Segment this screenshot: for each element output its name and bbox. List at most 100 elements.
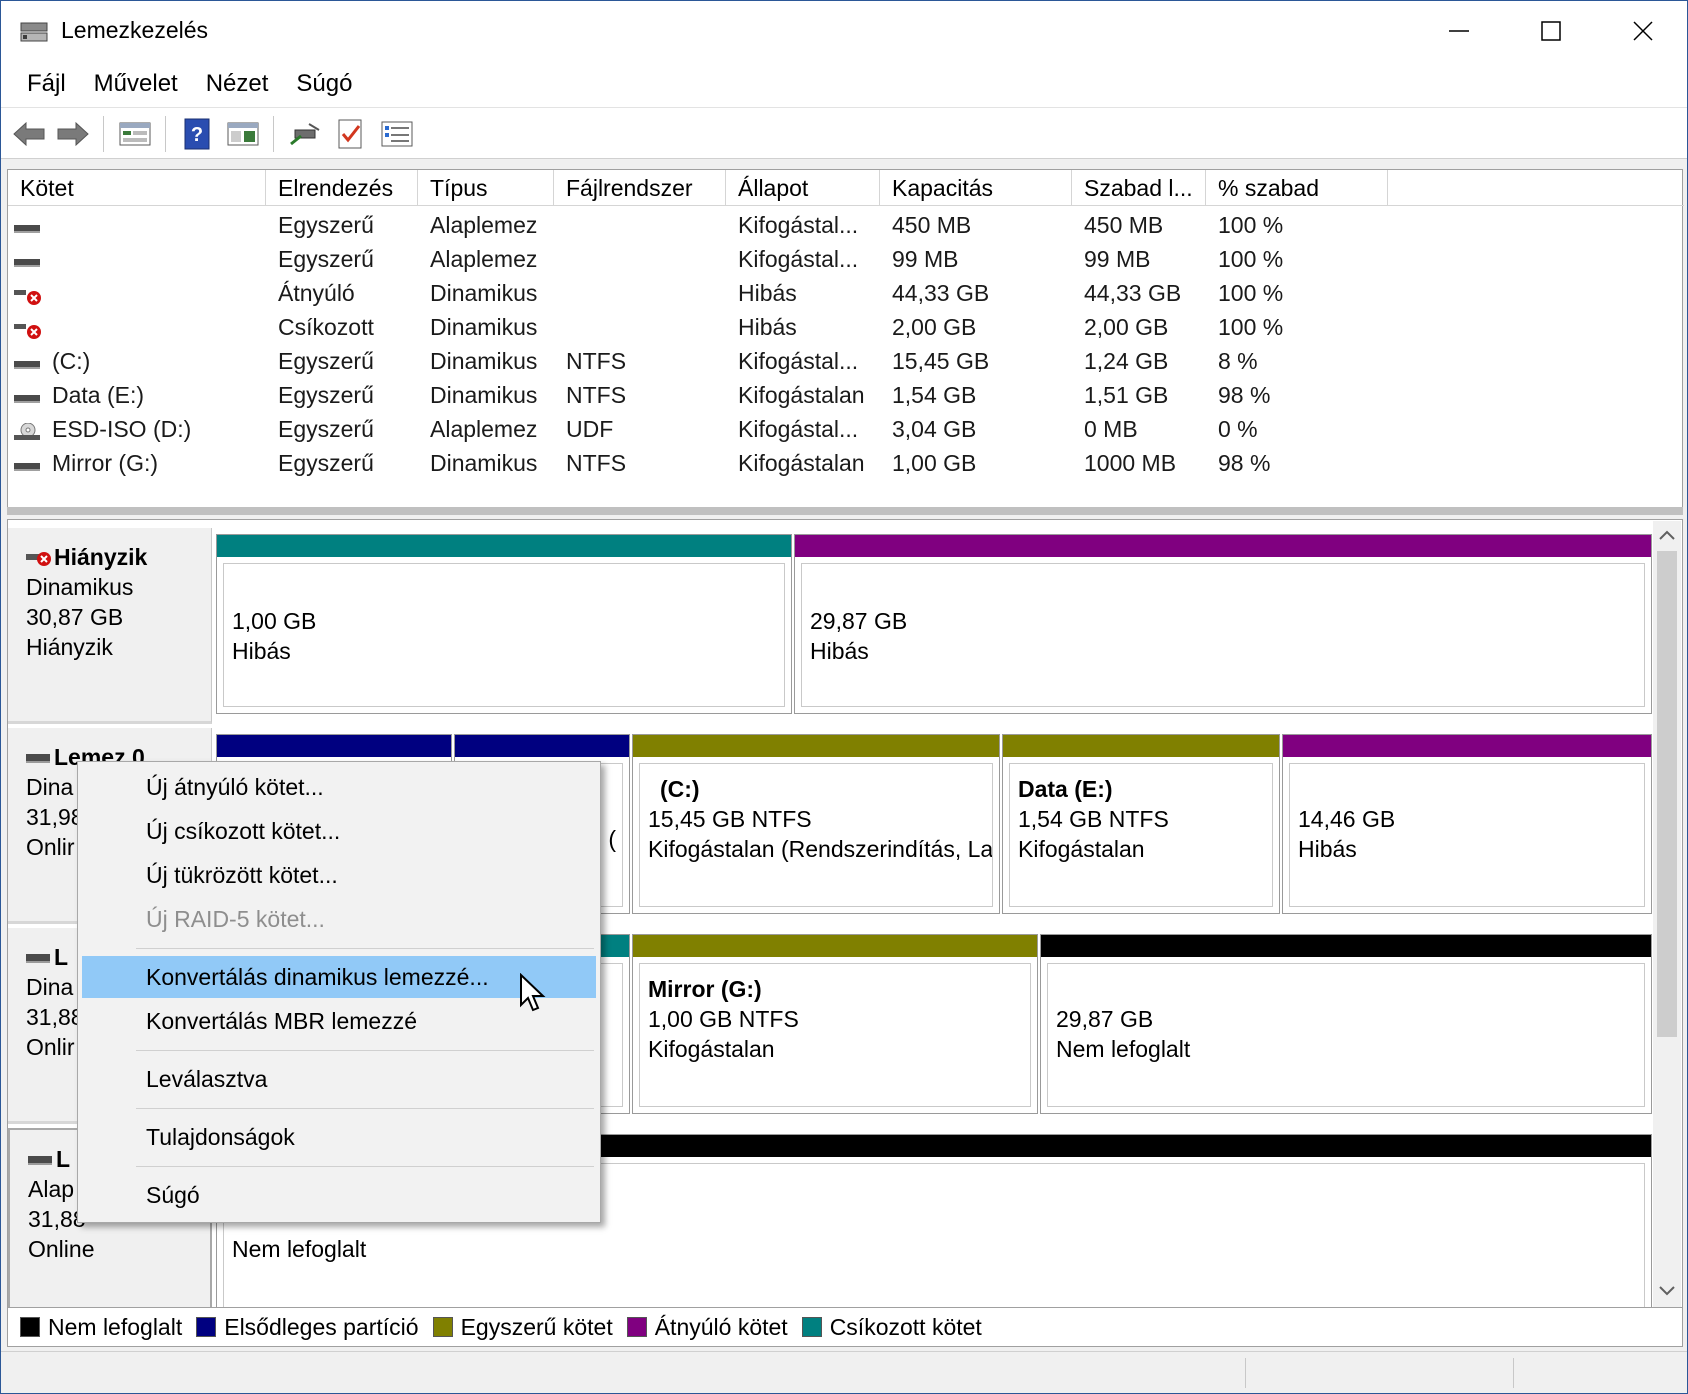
partition-bar-primary [455,735,629,757]
legend-item-spanned: Átnyúló kötet [626,1313,788,1341]
close-button[interactable] [1597,1,1688,61]
properties-button[interactable] [225,116,261,152]
volume-row[interactable]: ESD-ISO (D:) Egyszerű Alaplemez UDF Kifogást… [8,412,1684,446]
volume-cell-pct: 98 % [1218,382,1271,408]
menu-help[interactable]: Súgó [282,70,366,98]
toolbar: ? [1,107,1687,159]
legend-item-striped: Csíkozott kötet [801,1313,982,1341]
volume-cell-pct: 100 % [1218,280,1284,306]
menu-item-offline[interactable]: Leválasztva [82,1058,596,1100]
volume-row[interactable]: Egyszerű Alaplemez Kifogástal... 450 MB 450 … [8,208,1684,242]
menu-action[interactable]: Művelet [80,70,192,98]
toolbar-separator [103,116,104,152]
partition-body: 1,00 GB Hibás [223,563,785,707]
volume-cell-layout: Átnyúló [278,280,355,306]
volume-cell-name: (C:) [52,348,91,374]
menu-item-properties[interactable]: Tulajdonságok [82,1116,596,1158]
disk-label-missing[interactable]: Hiányzik Dinamikus 30,87 GB Hiányzik [8,528,212,724]
window-title: Lemezkezelés [61,17,209,43]
vertical-scrollbar[interactable] [1653,521,1681,1307]
legend-label: Csíkozott kötet [829,1313,982,1340]
partition-status: Nem lefoglalt [232,1236,367,1262]
partition-unallocated-disk1[interactable]: 29,87 GB Nem lefoglalt [1040,934,1652,1114]
disk-icon [26,754,50,763]
menu-view[interactable]: Nézet [192,70,283,98]
disk-size: 30,87 GB [26,604,124,630]
back-button[interactable] [11,116,47,152]
connect-button[interactable] [287,116,323,152]
disk-icon [26,954,50,963]
disk-view-icon [119,122,151,146]
legend-item-primary: Elsődleges partíció [196,1314,419,1341]
partition-striped-missing[interactable]: 1,00 GB Hibás [216,534,792,714]
partition-title: (C:) [660,776,700,802]
volume-cell-layout: Csíkozott [278,314,374,340]
volume-row[interactable]: Egyszerű Alaplemez Kifogástal... 99 MB 99 MB… [8,242,1684,276]
disk-management-icon [20,22,48,42]
column-header-type[interactable]: Típus [418,170,554,206]
volume-row[interactable]: Átnyúló Dinamikus Hibás 44,33 GB 44,33 GB 100… [8,276,1684,310]
volume-list-header: Kötet Elrendezés Típus Fájlrendszer Álla… [8,170,1684,206]
partition-spanned-missing[interactable]: 29,87 GB Hibás [794,534,1652,714]
column-header-capacity[interactable]: Kapacitás [880,170,1072,206]
disk-name-row: Hiányzik [26,542,211,572]
volume-cell-capacity: 450 MB [892,212,972,238]
scrollbar-thumb[interactable] [1657,551,1677,1037]
title-bar: Lemezkezelés [1,1,1687,61]
volume-cell-type: Dinamikus [430,348,538,374]
menu-separator [136,1166,594,1167]
disk-view-button[interactable] [117,116,153,152]
scroll-down-arrow[interactable] [1653,1277,1681,1305]
help-button[interactable]: ? [179,116,215,152]
status-bar [1,1351,1687,1393]
column-header-filesystem[interactable]: Fájlrendszer [554,170,726,206]
column-header-layout[interactable]: Elrendezés [266,170,418,206]
partition-status: Nem lefoglalt [1056,1036,1191,1062]
toolbar-separator [273,116,274,152]
menu-file[interactable]: Fájl [13,70,80,98]
volume-cell-capacity: 1,54 GB [892,382,977,408]
disk-name: L [56,1146,71,1172]
volume-cell-capacity: 44,33 GB [892,280,990,306]
legend-swatch [196,1317,217,1337]
volume-cell-status: Kifogástal... [738,416,859,442]
disk-management-window: Lemezkezelés Fájl Művelet Nézet Súgó ? K… [0,0,1688,1394]
forward-button[interactable] [55,116,91,152]
legend-label: Átnyúló kötet [654,1313,788,1340]
column-header-status[interactable]: Állapot [726,170,880,206]
volume-row[interactable]: Mirror (G:) Egyszerű Dinamikus NTFS Kifogást… [8,446,1684,480]
volume-icon [14,454,42,472]
partition-c[interactable]: (C:) 15,45 GB NTFS Kifogástalan (Rendsze… [632,734,1000,914]
volume-row[interactable]: (C:) Egyszerű Dinamikus NTFS Kifogástal... 15… [8,344,1684,378]
maximize-button[interactable] [1505,1,1597,61]
partition-body: 29,87 GB Nem lefoglalt [1047,963,1645,1107]
scroll-up-arrow[interactable] [1653,521,1681,549]
column-header-volume[interactable]: Kötet [8,170,266,206]
partition-spanned-disk0[interactable]: 14,46 GB Hibás [1282,734,1652,914]
horizontal-scrollbar[interactable] [7,507,1683,515]
forward-icon [57,121,89,147]
volume-list[interactable]: Kötet Elrendezés Típus Fájlrendszer Álla… [7,169,1684,511]
volume-row[interactable]: Csíkozott Dinamikus Hibás 2,00 GB 2,00 GB 100… [8,310,1684,344]
volume-cell-free: 1,24 GB [1084,348,1169,374]
column-header-free[interactable]: Szabad l... [1072,170,1206,206]
disk-status: Online [28,1236,95,1262]
menu-item-new-spanned-volume[interactable]: Új átnyúló kötet... [82,766,596,808]
list-button[interactable] [379,116,415,152]
menu-item-new-mirrored-volume[interactable]: Új tükrözött kötet... [82,854,596,896]
volume-cell-fs: NTFS [566,348,627,374]
partition-data-e[interactable]: Data (E:) 1,54 GB NTFS Kifogástalan [1002,734,1280,914]
volume-cell-capacity: 2,00 GB [892,314,977,340]
volume-error-icon [14,284,42,305]
column-header-percent-free[interactable]: % szabad [1206,170,1388,206]
menu-item-help[interactable]: Súgó [82,1174,596,1216]
minimize-button[interactable] [1413,1,1505,61]
volume-cell-fs: NTFS [566,450,627,476]
partition-mirror-g[interactable]: Mirror (G:) 1,00 GB NTFS Kifogástalan [632,934,1038,1114]
partition-status: Kifogástalan [648,1036,775,1062]
menu-item-new-striped-volume[interactable]: Új csíkozott kötet... [82,810,596,852]
partition-bar-unallocated [1041,935,1651,957]
volume-cell-layout: Egyszerű [278,382,374,408]
check-button[interactable] [333,116,369,152]
volume-row[interactable]: Data (E:) Egyszerű Dinamikus NTFS Kifogástal… [8,378,1684,412]
